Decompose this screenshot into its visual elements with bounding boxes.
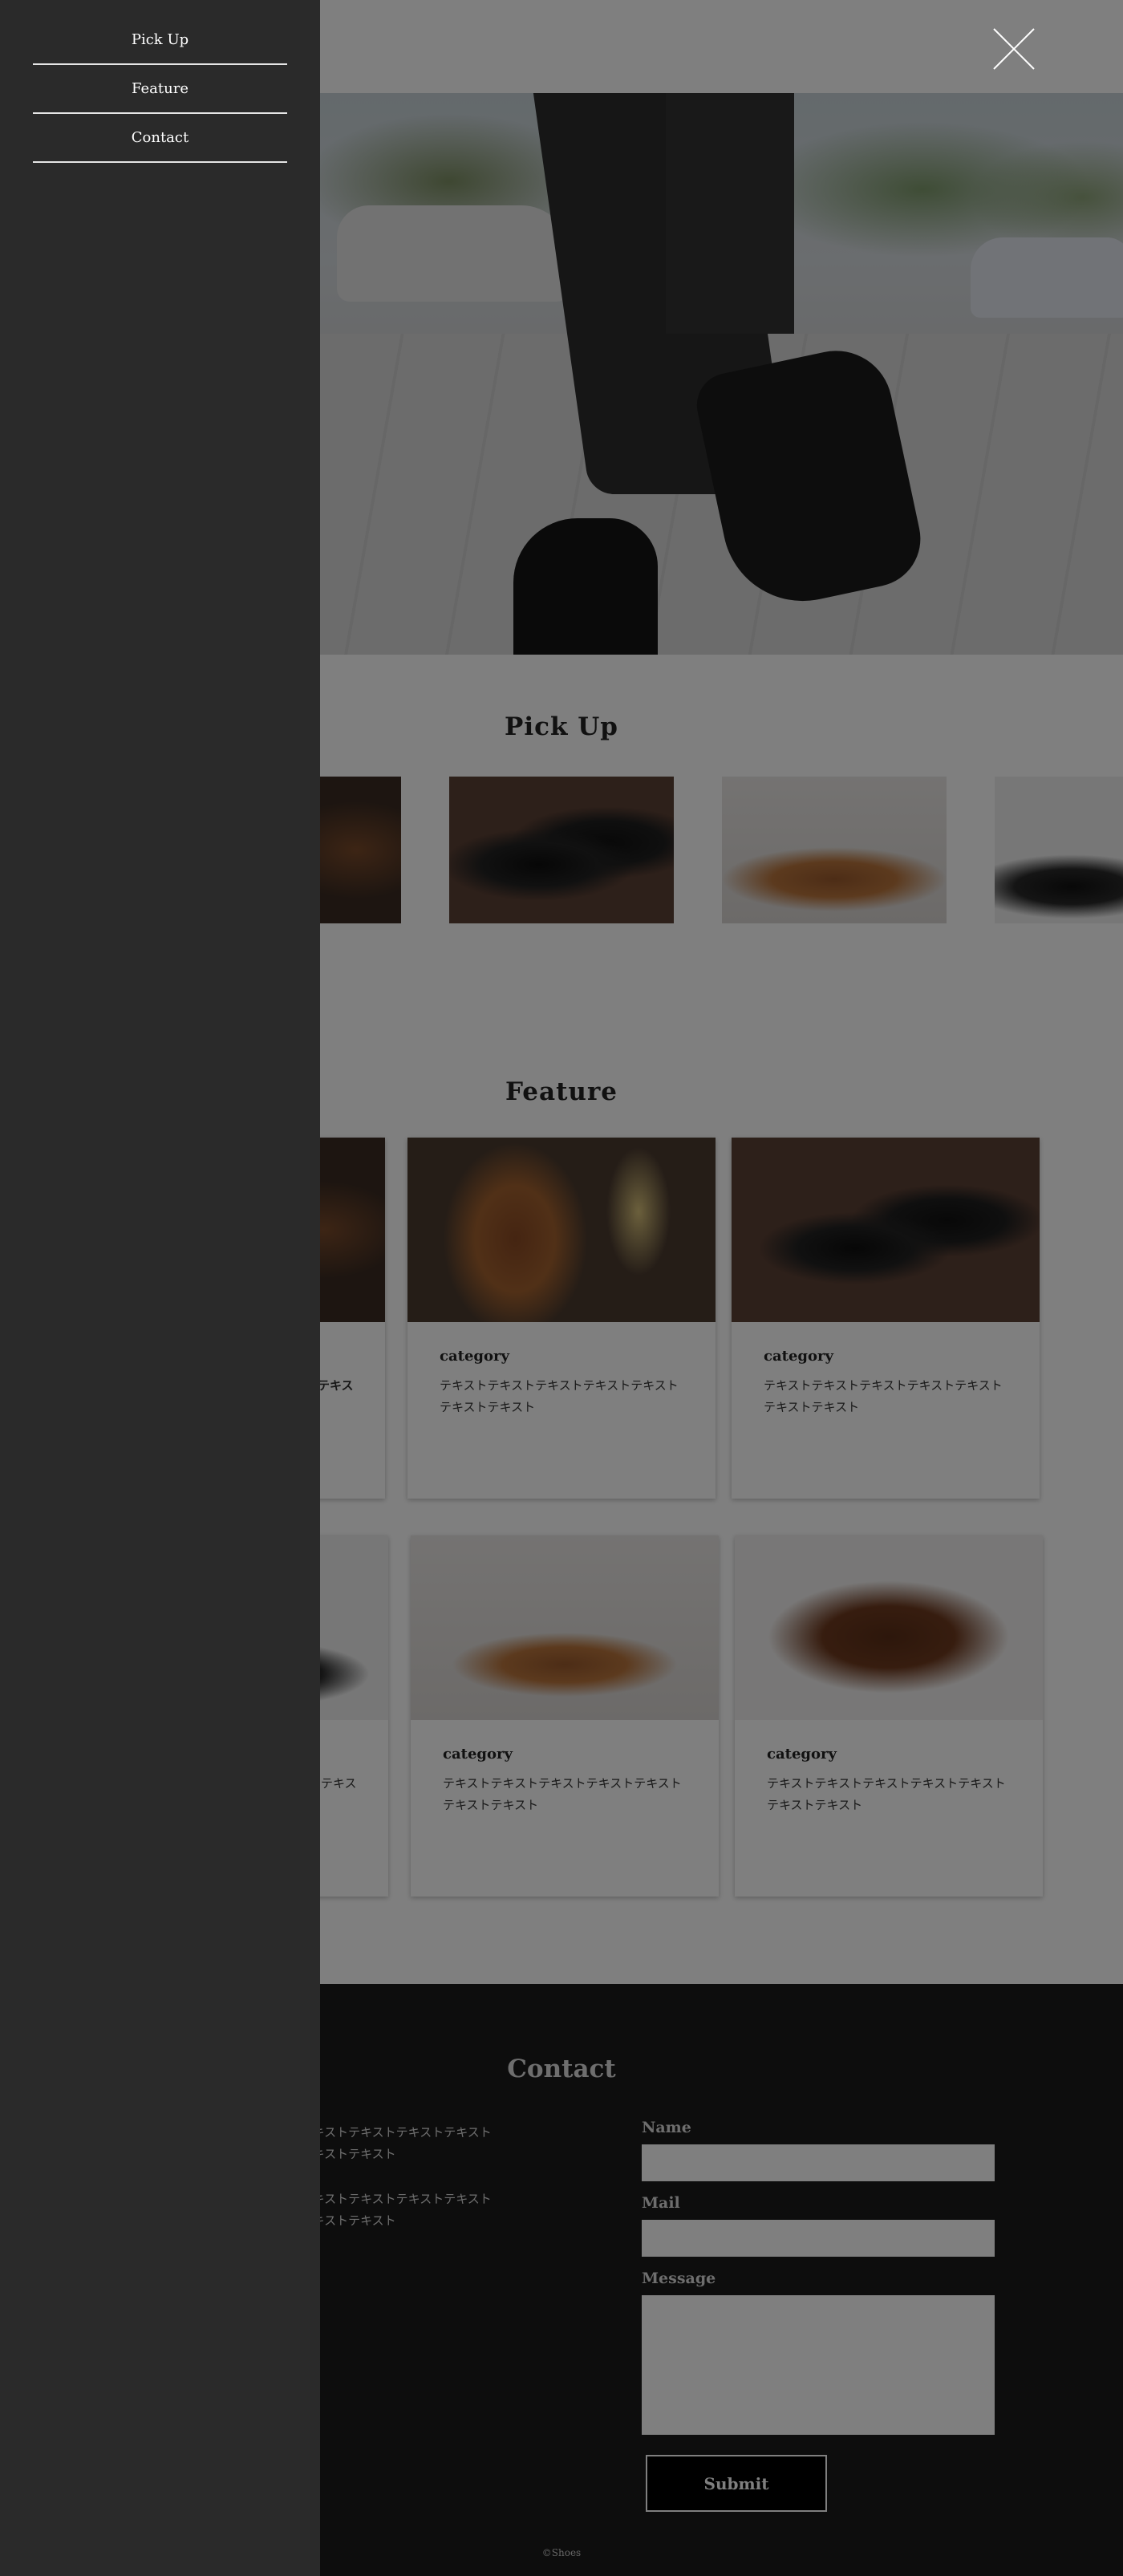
side-drawer-menu: Pick Up Feature Contact [0, 0, 320, 2576]
drawer-link[interactable]: Pick Up [132, 31, 189, 48]
drawer-link[interactable]: Contact [132, 129, 189, 146]
drawer-link[interactable]: Feature [132, 80, 189, 97]
drawer-item-pickup[interactable]: Pick Up [33, 16, 287, 65]
drawer-nav-list: Pick Up Feature Contact [33, 16, 287, 163]
drawer-item-contact[interactable]: Contact [33, 114, 287, 163]
close-icon [993, 28, 1035, 70]
drawer-item-feature[interactable]: Feature [33, 65, 287, 114]
close-menu-button[interactable] [991, 26, 1037, 72]
